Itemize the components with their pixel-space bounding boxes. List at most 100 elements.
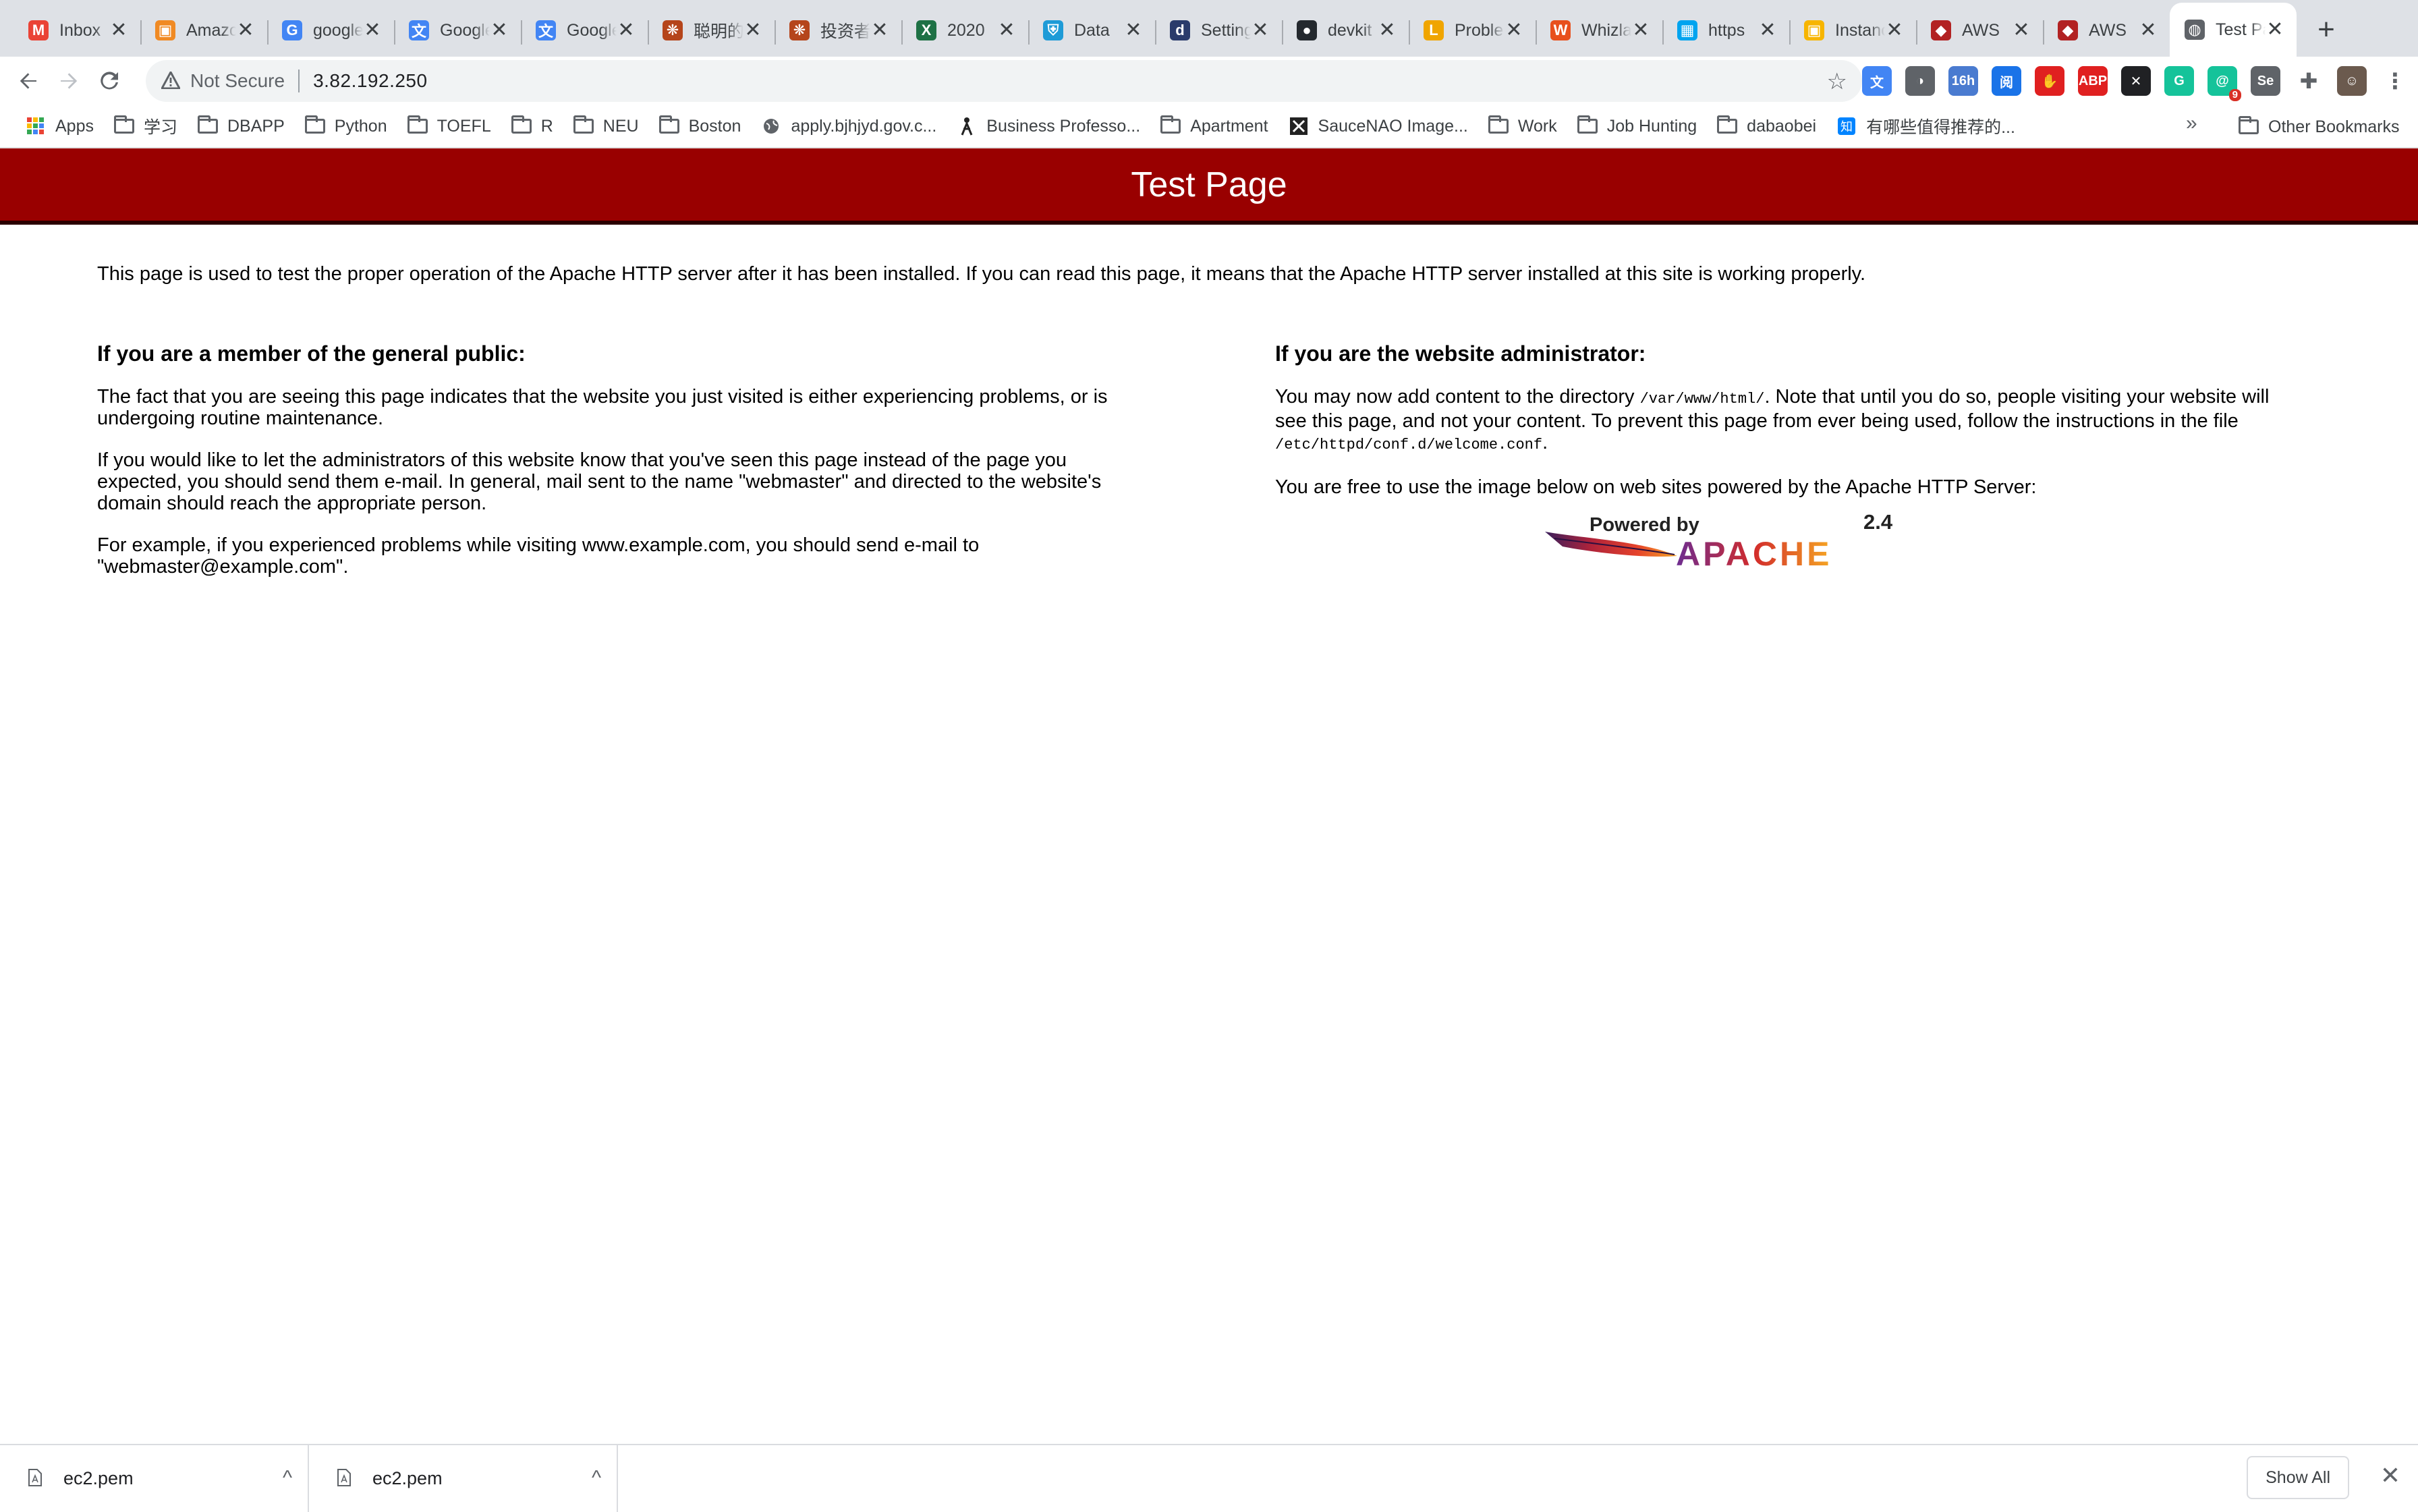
bookmark-item[interactable]: Apartment: [1152, 110, 1276, 142]
new-tab-button[interactable]: +: [2306, 9, 2346, 50]
bookmark-label: R: [540, 116, 553, 136]
tab-close-icon[interactable]: ✕: [2012, 20, 2031, 40]
tab-close-icon[interactable]: ✕: [1885, 20, 1904, 40]
bookmark-item[interactable]: apply.bjhjyd.gov.c...: [753, 110, 945, 142]
forward-button[interactable]: [49, 61, 89, 101]
bookmark-item[interactable]: DBAPP: [190, 110, 293, 142]
extension-glyph: ABP: [2078, 73, 2108, 88]
tab-close-icon[interactable]: ✕: [1251, 20, 1270, 40]
public-heading: If you are a member of the general publi…: [97, 341, 526, 366]
download-item[interactable]: ec2.pem ^: [0, 1445, 309, 1512]
bookmark-item[interactable]: Job Hunting: [1569, 110, 1705, 142]
browser-tab[interactable]: ● devkit ✕: [1282, 7, 1409, 54]
powered-by-apache-logo: Powered by 2.4 APACHE: [1542, 510, 1907, 575]
browser-tab[interactable]: W Whizlabs✕: [1536, 7, 1662, 54]
browser-tab[interactable]: ▦ https ✕: [1662, 7, 1789, 54]
stop-ext-icon[interactable]: ✋: [2035, 66, 2064, 96]
chevron-up-icon[interactable]: ^: [576, 1467, 617, 1490]
other-bookmarks-folder[interactable]: Other Bookmarks: [2230, 111, 2408, 143]
browser-tab[interactable]: Ggoogle ✕: [267, 7, 394, 54]
browser-tab[interactable]: M Inbox ✕: [13, 7, 140, 54]
tab-close-icon[interactable]: ✕: [1378, 20, 1397, 40]
bookmark-item[interactable]: Boston: [651, 110, 750, 142]
saucenao-icon: [1289, 117, 1309, 135]
not-secure-label[interactable]: Not Secure: [190, 70, 285, 92]
close-shelf-icon[interactable]: ✕: [2380, 1461, 2400, 1490]
folder-icon: [658, 115, 679, 135]
tab-title: https: [1708, 20, 1745, 40]
bookmark-item[interactable]: dabaobei: [1709, 110, 1824, 142]
back-button[interactable]: [8, 61, 49, 101]
address-bar[interactable]: Not Secure 3.82.192.250 ☆: [146, 60, 1862, 102]
snowball-icon: ❋: [663, 20, 683, 40]
tab-close-icon[interactable]: ✕: [363, 20, 382, 40]
bookmark-label: dabaobei: [1747, 116, 1817, 136]
bookmark-item[interactable]: NEU: [565, 110, 647, 142]
tab-close-icon[interactable]: ✕: [1505, 20, 1523, 40]
tab-close-icon[interactable]: ✕: [109, 20, 128, 40]
adblock-ext-icon[interactable]: ABP: [2078, 66, 2108, 96]
puzzle-icon[interactable]: ✚: [2294, 66, 2324, 96]
browser-tab[interactable]: ▣ Amazon✕: [140, 7, 267, 54]
browser-tab[interactable]: 文 Google Translate✕: [394, 7, 521, 54]
counter-ext-icon[interactable]: @9: [2208, 66, 2241, 101]
bookmark-star-icon[interactable]: ☆: [1827, 68, 1847, 95]
folder-icon: [304, 115, 325, 135]
x-ext-icon[interactable]: ✕: [2121, 66, 2151, 96]
bookmark-item[interactable]: 知有哪些值得推荐的...: [1828, 110, 2023, 142]
chevron-up-icon[interactable]: ^: [267, 1467, 308, 1490]
bookmark-item[interactable]: Business Professo...: [949, 110, 1148, 142]
bookmark-item[interactable]: 学习: [106, 110, 186, 142]
tab-close-icon[interactable]: ✕: [1124, 20, 1143, 40]
bookmark-item[interactable]: Work: [1480, 110, 1565, 142]
tab-close-icon[interactable]: ✕: [1758, 20, 1777, 40]
tab-close-icon[interactable]: ✕: [743, 20, 762, 40]
folder-icon: [511, 115, 532, 135]
browser-tab[interactable]: ◆ AWS ✕: [2043, 7, 2170, 54]
browser-tab[interactable]: ❋ 投资者 ✕: [775, 7, 901, 54]
bookmark-item[interactable]: R: [503, 110, 561, 142]
menu-kebab-icon[interactable]: ⋮: [2380, 66, 2410, 96]
tab-close-icon[interactable]: ✕: [2266, 20, 2284, 40]
show-all-button[interactable]: Show All: [2247, 1456, 2349, 1499]
browser-tab[interactable]: L Problems✕: [1409, 7, 1536, 54]
browser-tab[interactable]: ⛨ Data ✕: [1028, 7, 1155, 54]
browser-tab[interactable]: ◆ AWS ✕: [1916, 7, 2043, 54]
browser-tab[interactable]: d Settings✕: [1155, 7, 1282, 54]
tab-close-icon[interactable]: ✕: [2139, 20, 2158, 40]
tab-title: Problems: [1455, 20, 1505, 40]
apache-wordmark: APACHE: [1676, 535, 1832, 573]
browser-tab[interactable]: ❋ 聪明的投资者✕: [648, 7, 775, 54]
bookmark-item[interactable]: SauceNAO Image...: [1281, 110, 1476, 142]
selenium-ext-icon[interactable]: Se: [2251, 66, 2280, 96]
tab-close-icon[interactable]: ✕: [997, 20, 1016, 40]
extension-glyph: 文: [1870, 75, 1884, 90]
title-banner: Test Page: [0, 148, 2418, 225]
tab-close-icon[interactable]: ✕: [490, 20, 509, 40]
bookmark-label: apply.bjhjyd.gov.c...: [791, 116, 937, 136]
bookmarks-overflow-chevron-icon[interactable]: »: [2186, 112, 2197, 135]
bookmark-item[interactable]: TOEFL: [399, 110, 499, 142]
tab-close-icon[interactable]: ✕: [617, 20, 636, 40]
tab-close-icon[interactable]: ✕: [236, 20, 255, 40]
url-text[interactable]: 3.82.192.250: [313, 70, 428, 92]
bulb-ext-icon[interactable]: ◑: [1905, 66, 1935, 96]
reader-ext-icon[interactable]: 阅: [1992, 66, 2021, 96]
tab-close-icon[interactable]: ✕: [870, 20, 889, 40]
tab-close-icon[interactable]: ✕: [1631, 20, 1650, 40]
bookmarks-bar: Apps 学习 DBAPP Python TOEFL R NEU Boston apply.bj…: [0, 105, 2418, 148]
aws-box-icon: ▣: [155, 20, 175, 40]
browser-tab[interactable]: 文 Google Translate✕: [521, 7, 648, 54]
browser-tab-active[interactable]: ◍ Test Page✕: [2170, 3, 2297, 57]
download-item[interactable]: ec2.pem ^: [309, 1445, 618, 1512]
browser-tab[interactable]: ▣ Instances✕: [1789, 7, 1916, 54]
profile-avatar[interactable]: ☺: [2337, 66, 2367, 96]
warning-triangle-icon[interactable]: [160, 69, 181, 90]
calendar-ext-icon[interactable]: 16h: [1948, 66, 1978, 96]
reload-button[interactable]: [89, 61, 130, 101]
bookmark-item[interactable]: Python: [297, 110, 395, 142]
translate-ext-icon[interactable]: 文: [1862, 66, 1892, 96]
bookmark-item[interactable]: Apps: [18, 110, 102, 142]
browser-tab[interactable]: X 2020 ✕: [901, 7, 1028, 54]
grammarly-ext-icon[interactable]: G: [2164, 66, 2194, 96]
